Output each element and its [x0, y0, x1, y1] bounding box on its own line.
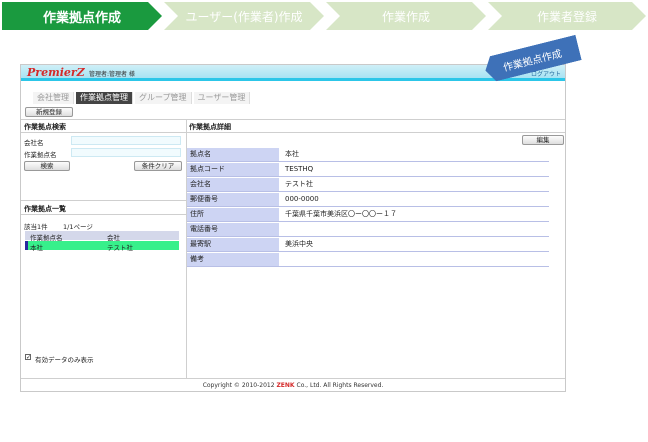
tab-site[interactable]: 作業拠点管理	[76, 92, 133, 104]
copyright-brand: ZENK	[276, 382, 295, 389]
list-title-divider	[21, 214, 186, 215]
detail-label: 拠点名	[187, 148, 279, 161]
detail-label: 電話番号	[187, 223, 279, 236]
tab-company[interactable]: 会社管理	[33, 92, 74, 104]
detail-row-site-code: 拠点コード TESTHQ	[187, 163, 549, 177]
clear-conditions-button[interactable]: 条件クリア	[134, 161, 182, 171]
detail-label: 会社名	[187, 178, 279, 191]
detail-title-divider	[187, 132, 565, 133]
result-count: 該当1件	[24, 223, 48, 231]
detail-row-postal-code: 郵便番号 000-0000	[187, 193, 549, 207]
row-company: テスト社	[107, 244, 133, 252]
detail-value: 本社	[285, 150, 299, 158]
step-work-create: 作業作成	[326, 2, 486, 30]
step-user-create: ユーザー(作業者)作成	[164, 2, 324, 30]
page-indicator: 1/1ページ	[63, 223, 93, 231]
company-label: 会社名	[24, 139, 44, 147]
step-breadcrumb: 作業拠点作成 ユーザー(作業者)作成 作業作成 作業者登録	[2, 2, 646, 30]
active-only-label: 有効データのみ表示	[35, 356, 94, 364]
detail-title: 作業拠点詳細	[189, 123, 231, 131]
copyright-suffix: Co., Ltd. All Rights Reserved.	[296, 382, 384, 389]
company-input[interactable]	[71, 136, 181, 145]
tab-group[interactable]: グループ管理	[135, 92, 192, 104]
detail-row-address: 住所 千葉県千葉市美浜区〇ー〇〇ー１７	[187, 208, 549, 222]
copyright-footer: Copyright © 2010-2012 ZENK Co., Ltd. All…	[21, 378, 565, 392]
detail-label: 備考	[187, 253, 279, 266]
step-worker-register: 作業者登録	[488, 2, 646, 30]
site-name-input[interactable]	[71, 148, 181, 157]
detail-value: 000-0000	[285, 195, 319, 203]
detail-row-nearest-station: 最寄駅 美浜中央	[187, 238, 549, 252]
site-name-label: 作業拠点名	[24, 151, 57, 159]
detail-value: 美浜中央	[285, 240, 313, 248]
copyright-prefix: Copyright © 2010-2012	[202, 382, 275, 389]
toolbar-divider	[21, 119, 565, 120]
detail-row-notes: 備考	[187, 253, 549, 267]
new-register-button[interactable]: 新規登録	[25, 107, 73, 117]
tab-user[interactable]: ユーザー管理	[193, 92, 251, 104]
detail-value: TESTHQ	[285, 165, 314, 173]
detail-row-site-name: 拠点名 本社	[187, 148, 549, 162]
detail-value: 千葉県千葉市美浜区〇ー〇〇ー１７	[285, 210, 397, 218]
detail-label: 郵便番号	[187, 193, 279, 206]
search-title-divider	[21, 132, 186, 133]
step-site-create: 作業拠点作成	[2, 2, 162, 30]
app-header: PremierZ 管理者:管理者 様 ログアウト	[21, 65, 565, 81]
detail-label: 拠点コード	[187, 163, 279, 176]
detail-label: 最寄駅	[187, 238, 279, 251]
list-header: 作業拠点名 会社	[25, 231, 179, 242]
main-tabs: 会社管理 作業拠点管理 グループ管理 ユーザー管理	[33, 92, 252, 104]
row-site-name: 本社	[30, 244, 43, 252]
active-only-checkbox[interactable]: ✓	[25, 354, 31, 361]
table-row[interactable]: 本社 テスト社	[25, 241, 179, 252]
app-window: PremierZ 管理者:管理者 様 ログアウト 会社管理 作業拠点管理 グルー…	[20, 64, 566, 392]
detail-value: テスト社	[285, 180, 313, 188]
logged-in-user: 管理者:管理者 様	[89, 71, 135, 78]
list-top-divider	[21, 200, 186, 201]
detail-row-phone: 電話番号	[187, 223, 549, 237]
list-title: 作業拠点一覧	[24, 205, 66, 213]
detail-row-company: 会社名 テスト社	[187, 178, 549, 192]
detail-label: 住所	[187, 208, 279, 221]
app-logo: PremierZ	[27, 66, 85, 79]
search-button[interactable]: 検索	[24, 161, 70, 171]
edit-button[interactable]: 編集	[522, 135, 564, 145]
search-title: 作業拠点検索	[24, 123, 66, 131]
